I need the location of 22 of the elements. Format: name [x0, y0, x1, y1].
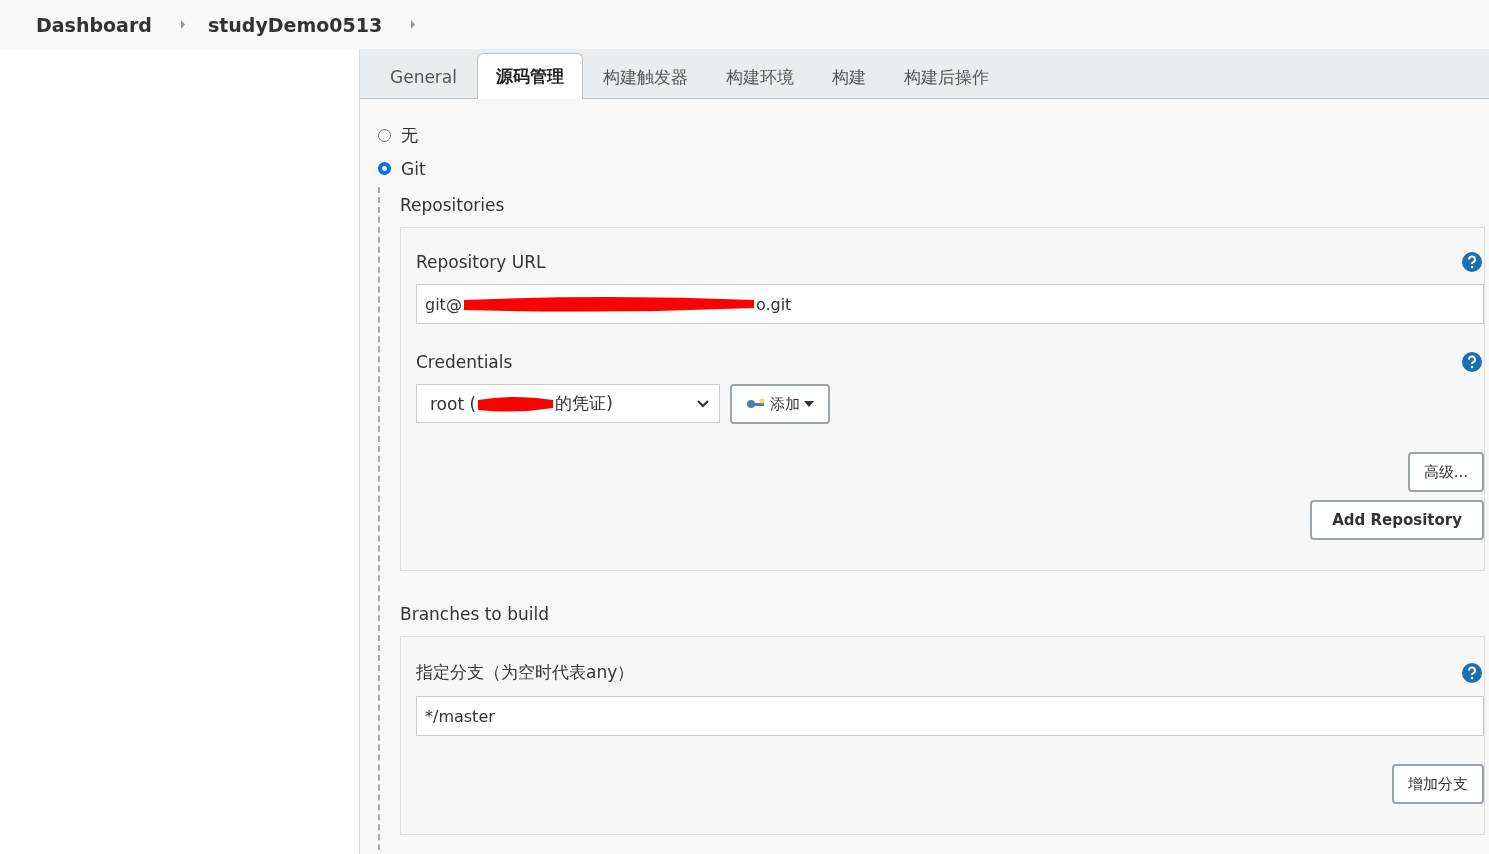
add-branch-button[interactable]: 增加分支 [1392, 764, 1484, 804]
breadcrumb-link[interactable]: studyDemo0513 [207, 13, 383, 36]
field-label: Repository URL [416, 252, 546, 272]
section-title: Repositories [400, 194, 506, 217]
tab[interactable]: 构建 [814, 56, 884, 98]
tab[interactable]: 源码管理 [477, 53, 583, 99]
tab[interactable]: 构建环境 [708, 56, 812, 98]
tab[interactable]: 构建触发器 [585, 56, 706, 98]
radio-label: 无 [401, 124, 418, 147]
tab[interactable]: General [372, 56, 475, 98]
radio-label: Git [401, 158, 426, 179]
field-label: 指定分支（为空时代表any） [416, 661, 635, 684]
advanced-button[interactable]: 高级... [1407, 452, 1484, 492]
breadcrumb-link[interactable]: Dashboard [36, 13, 152, 36]
tab[interactable]: 构建后操作 [886, 56, 1007, 98]
url-field[interactable]: git@ o.git [416, 284, 1484, 324]
add-repository-button[interactable]: Add Repository [1310, 500, 1484, 540]
credentials-select[interactable]: root ( 的凭证) [416, 384, 720, 423]
field-label: Credentials [416, 352, 513, 372]
add-button[interactable]: 添加 [730, 384, 830, 424]
branch-field[interactable]: */master [416, 696, 1484, 736]
section-title: Branches to build [400, 603, 550, 626]
